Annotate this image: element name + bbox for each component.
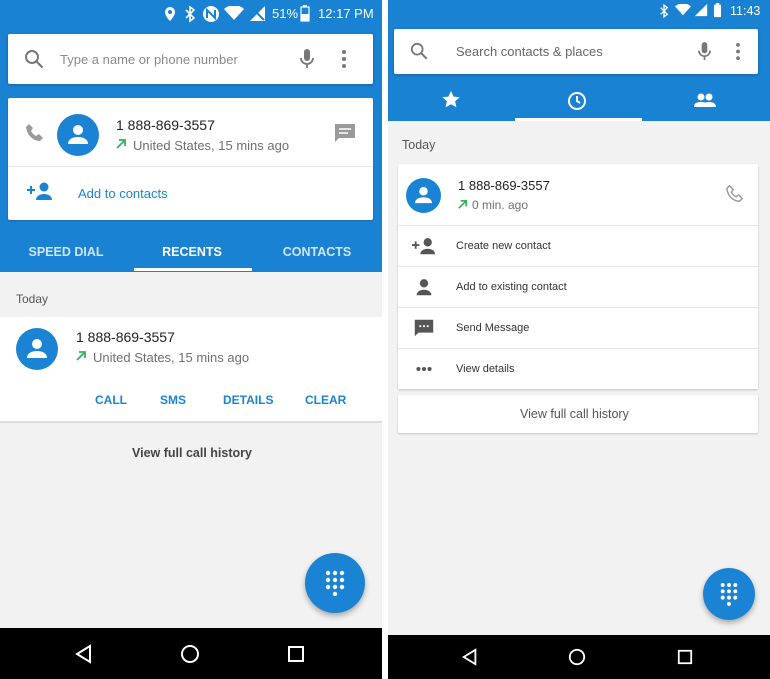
entry-avatar[interactable] — [16, 328, 58, 370]
menu-label: Add to existing contact — [456, 281, 567, 293]
menu-view-details[interactable]: View details — [398, 348, 758, 389]
more-options-icon[interactable] — [341, 49, 347, 69]
phone-icon[interactable] — [24, 122, 46, 144]
tab-speed-dial-star-icon[interactable] — [442, 91, 460, 108]
menu-label: Send Message — [456, 322, 530, 334]
clear-button[interactable]: CLEAR — [305, 393, 346, 407]
message-icon[interactable] — [334, 123, 356, 143]
recent-call-card: 1 888-869-3557 United States, 15 mins ag… — [8, 98, 373, 220]
message-icon — [414, 319, 434, 337]
search-placeholder: Search contacts & places — [456, 44, 603, 59]
entry-number: 1 888-869-3557 — [458, 178, 550, 193]
tab-recents-clock-icon[interactable] — [567, 91, 587, 111]
battery-icon — [300, 5, 310, 22]
sms-button[interactable]: SMS — [160, 393, 186, 407]
bluetooth-icon — [185, 6, 196, 22]
recents-icon[interactable] — [677, 649, 693, 665]
outgoing-call-icon — [458, 200, 467, 209]
mic-icon[interactable] — [299, 48, 315, 70]
status-time: 12:17 PM — [318, 6, 374, 21]
right-navigation-bar — [388, 635, 770, 679]
outgoing-call-icon — [116, 139, 126, 149]
search-icon — [25, 50, 44, 69]
status-time: 11:43 — [730, 4, 761, 18]
search-icon — [410, 42, 428, 60]
menu-add-to-existing-contact[interactable]: Add to existing contact — [398, 266, 758, 307]
mic-icon[interactable] — [697, 41, 712, 62]
section-header-today: Today — [402, 138, 436, 152]
wifi-icon — [675, 4, 691, 16]
left-status-bar: 51% 12:17 PM — [0, 0, 382, 28]
caller-number: 1 888-869-3557 — [116, 117, 215, 133]
more-horiz-icon — [416, 366, 432, 372]
home-icon[interactable] — [568, 648, 586, 666]
battery-icon — [713, 3, 722, 18]
more-options-icon[interactable] — [735, 42, 741, 61]
person-icon — [415, 187, 432, 204]
dialpad-icon — [720, 583, 738, 606]
details-button[interactable]: DETAILS — [223, 393, 273, 407]
right-phone-screen: 11:43 Search contacts & places Today 1 8… — [388, 0, 770, 679]
person-icon — [416, 279, 432, 296]
tab-indicator — [134, 268, 252, 271]
wifi-icon — [224, 6, 244, 20]
avatar[interactable] — [57, 114, 99, 156]
location-icon — [165, 7, 175, 21]
tab-indicator — [515, 118, 642, 121]
right-status-bar: 11:43 — [388, 0, 770, 22]
dialpad-button[interactable] — [703, 568, 755, 620]
search-bar[interactable]: Type a name or phone number — [8, 34, 373, 84]
add-person-icon — [412, 238, 436, 255]
back-icon[interactable] — [461, 648, 479, 666]
section-header-today: Today — [16, 292, 49, 306]
add-person-icon[interactable] — [27, 182, 53, 200]
card-divider — [8, 166, 373, 167]
recents-icon[interactable] — [287, 645, 305, 663]
bluetooth-icon — [660, 4, 669, 18]
nfc-icon — [203, 6, 219, 22]
phone-icon[interactable] — [725, 184, 745, 204]
entry-number: 1 888-869-3557 — [76, 329, 175, 345]
tab-speed-dial[interactable]: SPEED DIAL — [6, 245, 126, 259]
search-placeholder: Type a name or phone number — [60, 52, 238, 67]
tab-contacts-people-icon[interactable] — [694, 93, 716, 107]
home-icon[interactable] — [180, 644, 200, 664]
back-icon[interactable] — [74, 644, 94, 664]
left-navigation-bar — [0, 628, 382, 679]
call-log-entry[interactable]: 1 888-869-3557 United States, 15 mins ag… — [0, 317, 382, 423]
call-button[interactable]: CALL — [95, 393, 127, 407]
battery-percent: 51% — [272, 6, 299, 21]
tab-recents[interactable]: RECENTS — [132, 245, 252, 259]
menu-create-new-contact[interactable]: Create new contact — [398, 225, 758, 266]
search-bar[interactable]: Search contacts & places — [394, 29, 758, 74]
tab-contacts[interactable]: CONTACTS — [258, 245, 376, 259]
person-icon — [68, 125, 88, 144]
view-full-call-history-card[interactable]: View full call history — [398, 395, 758, 433]
no-signal-icon — [250, 6, 265, 21]
call-detail: United States, 15 mins ago — [133, 138, 290, 153]
entry-detail: 0 min. ago — [472, 198, 529, 212]
view-full-call-history[interactable]: View full call history — [132, 446, 252, 460]
entry-detail: United States, 15 mins ago — [93, 350, 250, 365]
menu-label: View details — [456, 363, 515, 375]
entry-avatar[interactable] — [406, 178, 441, 213]
menu-label: Create new contact — [456, 240, 551, 252]
menu-send-message[interactable]: Send Message — [398, 307, 758, 348]
view-full-call-history: View full call history — [520, 407, 629, 421]
dialpad-icon — [325, 570, 345, 596]
signal-icon — [694, 3, 708, 17]
person-icon — [27, 339, 47, 358]
add-to-contacts-link[interactable]: Add to contacts — [78, 186, 168, 201]
left-phone-screen: 51% 12:17 PM Type a name or phone number… — [0, 0, 382, 679]
dialpad-button[interactable] — [305, 553, 365, 613]
outgoing-call-icon — [76, 351, 86, 361]
